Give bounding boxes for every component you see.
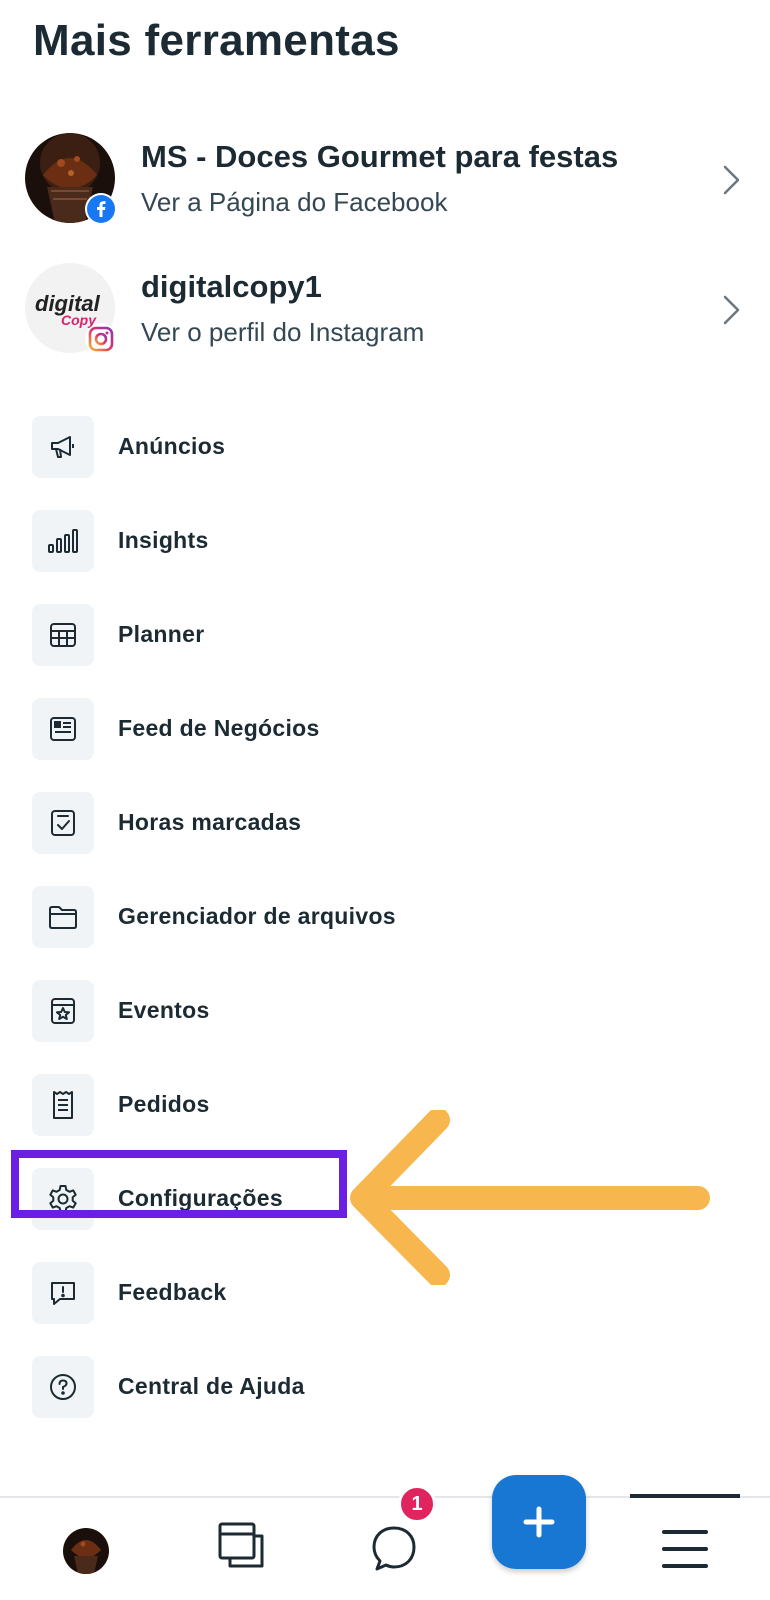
- menu-item-feed-de-negocios[interactable]: Feed de Negócios: [0, 698, 770, 762]
- facebook-page-row[interactable]: MS - Doces Gourmet para festas Ver a Pág…: [0, 133, 770, 243]
- create-button[interactable]: [492, 1475, 586, 1569]
- instagram-icon: [85, 323, 117, 355]
- menu-item-label: Horas marcadas: [118, 809, 302, 835]
- menu-item-label: Planner: [118, 621, 205, 647]
- menu-item-label: Eventos: [118, 997, 210, 1023]
- menu-item-insights[interactable]: Insights: [0, 510, 770, 574]
- menu-item-label: Feedback: [118, 1279, 227, 1305]
- calendar-grid-icon: [32, 604, 94, 666]
- pages-icon[interactable]: [216, 1520, 266, 1570]
- instagram-profile-row[interactable]: digital Copy digitalcopy1 Ver o perfil d…: [0, 263, 770, 373]
- highlight-box: [11, 1150, 347, 1218]
- menu-item-central-de-ajuda[interactable]: Central de Ajuda: [0, 1356, 770, 1420]
- account-subtitle: Ver o perfil do Instagram: [141, 317, 425, 347]
- megaphone-icon: [32, 416, 94, 478]
- menu-item-label: Feed de Negócios: [118, 715, 320, 741]
- menu-item-eventos[interactable]: Eventos: [0, 980, 770, 1044]
- nav-profile-avatar[interactable]: [63, 1528, 109, 1574]
- appointment-check-icon: [32, 792, 94, 854]
- help-icon: [32, 1356, 94, 1418]
- hamburger-menu-icon[interactable]: [660, 1524, 710, 1574]
- feedback-icon: [32, 1262, 94, 1324]
- page-title: Mais ferramentas: [33, 16, 400, 65]
- folder-icon: [32, 886, 94, 948]
- chevron-right-icon: [723, 295, 740, 325]
- menu-item-gerenciador-de-arquivos[interactable]: Gerenciador de arquivos: [0, 886, 770, 950]
- feed-icon: [32, 698, 94, 760]
- facebook-icon: [85, 193, 117, 225]
- menu-item-horas-marcadas[interactable]: Horas marcadas: [0, 792, 770, 856]
- receipt-icon: [32, 1074, 94, 1136]
- account-name: MS - Doces Gourmet para festas: [141, 139, 619, 174]
- menu-item-label: Gerenciador de arquivos: [118, 903, 396, 929]
- arrow-left-icon: [350, 1110, 710, 1285]
- menu-item-label: Insights: [118, 527, 209, 553]
- plus-icon: [523, 1506, 555, 1538]
- menu-item-label: Anúncios: [118, 433, 226, 459]
- menu-item-planner[interactable]: Planner: [0, 604, 770, 668]
- event-star-icon: [32, 980, 94, 1042]
- menu-item-anuncios[interactable]: Anúncios: [0, 416, 770, 480]
- menu-item-label: Pedidos: [118, 1091, 210, 1117]
- account-subtitle: Ver a Página do Facebook: [141, 187, 448, 217]
- bottom-nav: 1: [0, 1475, 770, 1600]
- chevron-right-icon: [723, 165, 740, 195]
- menu-item-label: Central de Ajuda: [118, 1373, 305, 1399]
- bar-chart-icon: [32, 510, 94, 572]
- account-name: digitalcopy1: [141, 269, 322, 304]
- active-tab-indicator: [630, 1494, 740, 1498]
- notification-badge: 1: [398, 1485, 436, 1523]
- inbox-icon[interactable]: [366, 1520, 422, 1576]
